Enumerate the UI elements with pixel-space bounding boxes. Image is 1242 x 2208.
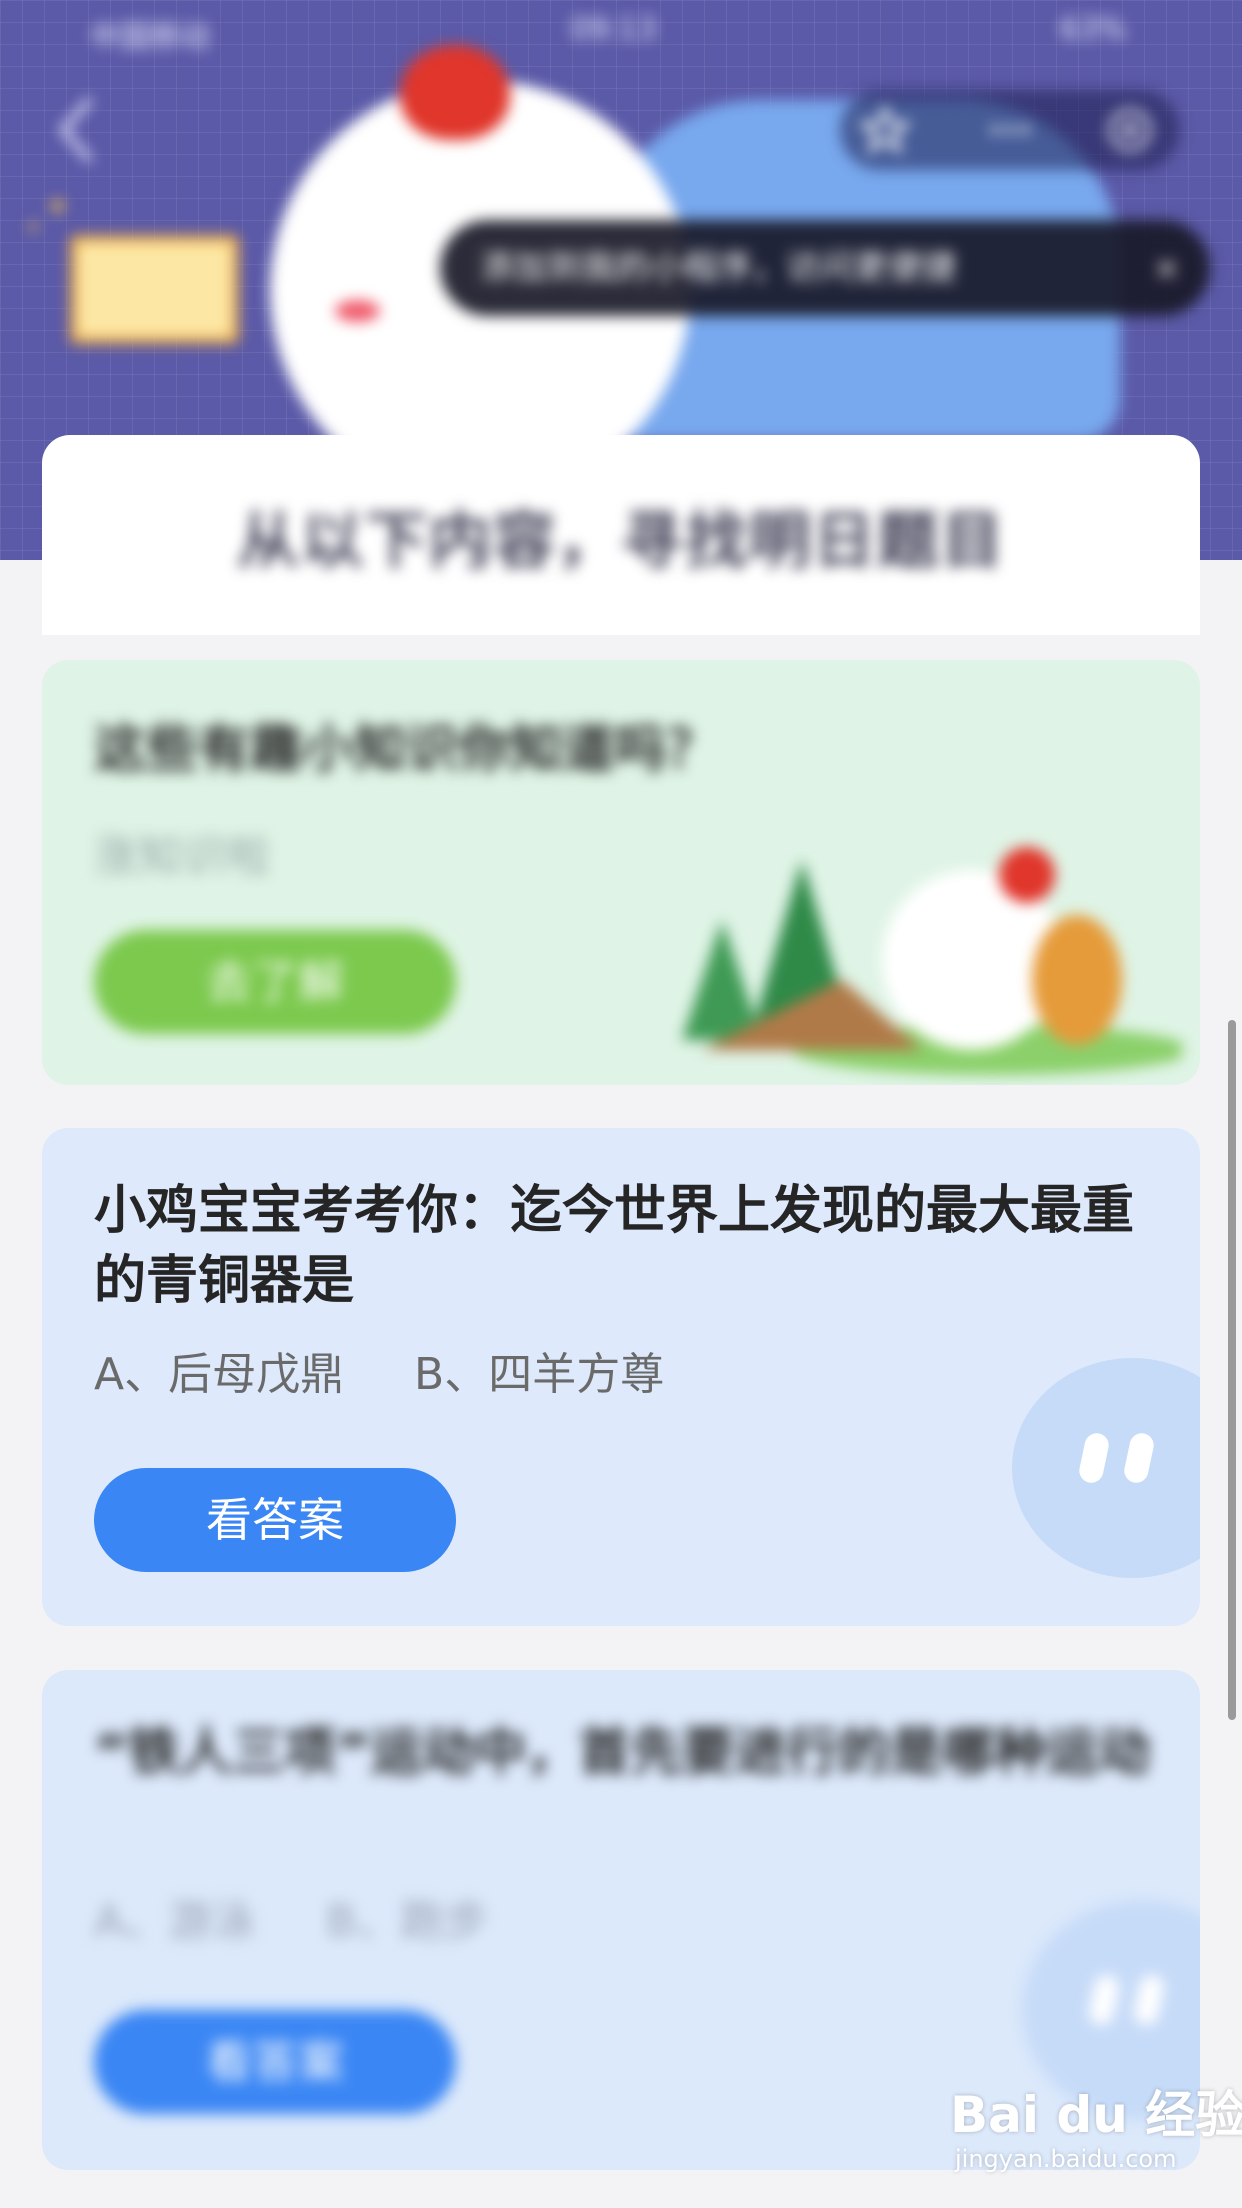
question-card[interactable]: 小鸡宝宝考考你：迄今世界上发现的最大最重的青铜器是 A、后母戊鼎 B、四羊方尊 … bbox=[42, 1128, 1200, 1626]
card-title: 这些有趣小知识你知道吗？ bbox=[94, 720, 719, 780]
view-answer-button[interactable]: 看答案 bbox=[94, 1468, 456, 1572]
view-answer-button[interactable]: 看答案 bbox=[94, 2010, 456, 2114]
status-bar: 中国移动 09:13 63% bbox=[0, 0, 1242, 60]
answer-options: A、游泳 B、跑步 bbox=[94, 1896, 489, 1947]
question-title: “铁人三项”运动中，首先要进行的是哪种运动 bbox=[94, 1723, 1151, 1783]
learn-more-button[interactable]: 去了解 bbox=[94, 930, 456, 1034]
question-title: 小鸡宝宝考考你：迄今世界上发现的最大最重的青铜器是 bbox=[94, 1181, 1135, 1311]
close-target-icon[interactable] bbox=[1105, 105, 1155, 155]
battery-level: 63% bbox=[1060, 12, 1127, 47]
star-icon: ✦ bbox=[25, 215, 42, 239]
watermark-url: jingyan.baidu.com bbox=[955, 2145, 1177, 2173]
quote-mark bbox=[1132, 1973, 1166, 2027]
close-icon[interactable]: × bbox=[1153, 220, 1180, 316]
star-icon: ✦ bbox=[45, 190, 71, 225]
quote-mark bbox=[1077, 1431, 1111, 1485]
carrier-label: 中国移动 bbox=[90, 20, 210, 55]
forest-chicken-illustration bbox=[682, 847, 1182, 1075]
tooltip-text: 添加到我的小程序，访问更便捷 bbox=[480, 248, 956, 288]
quote-mark bbox=[1087, 1973, 1121, 2027]
chat-bubble-icon bbox=[1012, 1358, 1200, 1578]
quote-mark bbox=[1122, 1431, 1156, 1485]
chicken-cheek bbox=[335, 300, 380, 322]
more-options-icon[interactable] bbox=[985, 105, 1035, 155]
clock: 09:13 bbox=[570, 12, 657, 47]
watermark-logo: Bai du 经验 bbox=[950, 2086, 1242, 2144]
card-subtitle: 涨知识啦 bbox=[94, 831, 270, 882]
knowledge-card[interactable]: 这些有趣小知识你知道吗？ 涨知识啦 去了解 bbox=[42, 660, 1200, 1085]
star-favorite-icon[interactable] bbox=[860, 105, 910, 155]
mini-program-capsule bbox=[840, 90, 1180, 170]
add-to-my-miniprogram-tooltip[interactable]: 添加到我的小程序，访问更便捷 × bbox=[440, 220, 1210, 316]
knowledge-card-content: 这些有趣小知识你知道吗？ 涨知识啦 去了解 bbox=[42, 660, 1200, 1085]
answer-options: A、后母戊鼎 B、四羊方尊 bbox=[94, 1349, 665, 1400]
section-title: 从以下内容，寻找明日题目 bbox=[236, 504, 1005, 577]
section-title-card: 从以下内容，寻找明日题目 bbox=[42, 435, 1200, 635]
scrollbar[interactable] bbox=[1228, 1020, 1236, 1720]
back-arrow-icon[interactable] bbox=[55, 95, 95, 165]
lightbulb-sign-icon bbox=[70, 235, 239, 344]
